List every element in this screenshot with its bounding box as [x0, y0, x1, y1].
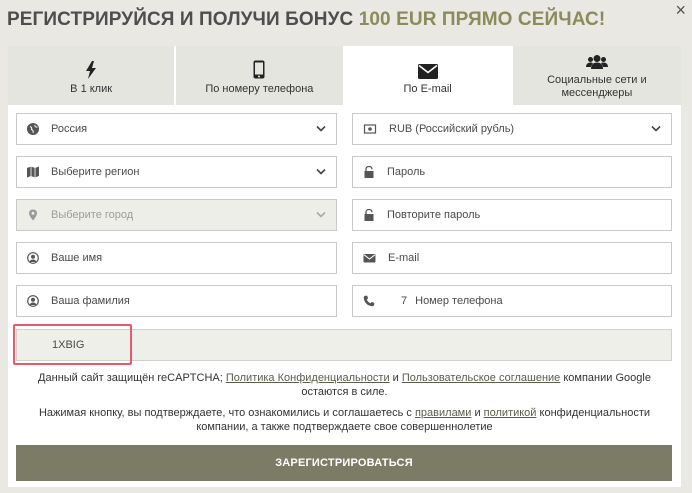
phone-field[interactable]: 7 Номер телефона: [352, 285, 672, 317]
password-placeholder: Пароль: [387, 166, 426, 178]
tab-label: В 1 клик: [70, 83, 113, 95]
privacy-policy-link[interactable]: Политика Конфиденциальности: [226, 372, 390, 384]
currency-select[interactable]: RUB (Российский рубль): [352, 113, 672, 145]
tab-phone[interactable]: По номеру телефона: [176, 46, 345, 105]
chevron-down-icon: [651, 125, 661, 132]
password-repeat-field[interactable]: Повторите пароль: [352, 199, 672, 231]
tab-label: По номеру телефона: [205, 83, 314, 95]
phone-icon: [253, 60, 265, 79]
map-marker-icon: [29, 209, 37, 221]
users-icon: [585, 55, 608, 69]
tab-label: Социальные сети и мессенджеры: [547, 74, 647, 99]
country-select[interactable]: Россия: [16, 113, 337, 145]
last-name-field[interactable]: Ваша фамилия: [16, 285, 337, 317]
password-repeat-placeholder: Повторите пароль: [387, 209, 481, 221]
policy-link[interactable]: политикой: [484, 407, 537, 419]
envelope-icon: [417, 64, 438, 79]
email-placeholder: E-mail: [388, 252, 420, 264]
money-icon: [363, 124, 377, 134]
register-button[interactable]: ЗАРЕГИСТРИРОВАТЬСЯ: [16, 445, 672, 481]
notice-text: Данный сайт защищён reCAPTCHA;: [38, 372, 226, 384]
consent-notice: Нажимая кнопку, вы подтверждаете, что оз…: [16, 406, 673, 434]
rules-link[interactable]: правилами: [415, 407, 471, 419]
globe-icon: [27, 123, 39, 135]
city-placeholder: Выберите город: [51, 209, 134, 221]
chevron-down-icon: [316, 168, 326, 175]
phone-handset-icon: [363, 295, 375, 307]
lightning-icon: [86, 61, 97, 79]
promo-code-value: 1XBIG: [52, 339, 85, 351]
page-title: РЕГИСТРИРУЙСЯ И ПОЛУЧИ БОНУС 100 EUR ПРЯ…: [7, 9, 605, 31]
region-select[interactable]: Выберите регион: [16, 156, 337, 188]
registration-panel: В 1 клик По номеру телефона По E-mail Со…: [8, 46, 681, 487]
close-icon[interactable]: ×: [675, 1, 686, 19]
tab-social[interactable]: Социальные сети и мессенджеры: [512, 46, 681, 105]
map-icon: [27, 166, 39, 178]
first-name-placeholder: Ваше имя: [51, 252, 103, 264]
tab-one-click[interactable]: В 1 клик: [8, 46, 177, 105]
region-placeholder: Выберите регион: [51, 166, 140, 178]
currency-value: RUB (Российский рубль): [389, 123, 515, 135]
registration-tabs: В 1 клик По номеру телефона По E-mail Со…: [8, 46, 681, 105]
password-field[interactable]: Пароль: [352, 156, 672, 188]
recaptcha-notice: Данный сайт защищён reCAPTCHA; Политика …: [16, 371, 673, 399]
promo-code-field[interactable]: 1XBIG: [16, 329, 672, 361]
country-value: Россия: [51, 123, 88, 135]
city-select[interactable]: Выберите город: [16, 199, 337, 231]
user-circle-icon: [27, 295, 39, 307]
terms-link[interactable]: Пользовательское соглашение: [402, 372, 560, 384]
chevron-down-icon: [316, 211, 326, 218]
envelope-icon: [363, 254, 376, 263]
last-name-placeholder: Ваша фамилия: [51, 295, 130, 307]
notice-text: и: [389, 372, 402, 384]
chevron-down-icon: [316, 125, 326, 132]
first-name-field[interactable]: Ваше имя: [16, 242, 337, 274]
lock-icon: [364, 166, 374, 178]
tab-label: По E-mail: [403, 83, 452, 95]
notice-text: Нажимая кнопку, вы подтверждаете, что оз…: [38, 407, 415, 419]
user-circle-icon: [27, 252, 39, 264]
tab-email[interactable]: По E-mail: [344, 46, 513, 105]
headline-text: РЕГИСТРИРУЙСЯ И ПОЛУЧИ БОНУС: [7, 9, 359, 30]
email-field[interactable]: E-mail: [352, 242, 672, 274]
headline-accent: 100 EUR ПРЯМО СЕЙЧАС!: [358, 9, 606, 30]
phone-country-code: 7: [401, 295, 408, 307]
phone-placeholder: Номер телефона: [415, 295, 503, 307]
lock-icon: [364, 209, 374, 221]
notice-text: и: [471, 407, 484, 419]
